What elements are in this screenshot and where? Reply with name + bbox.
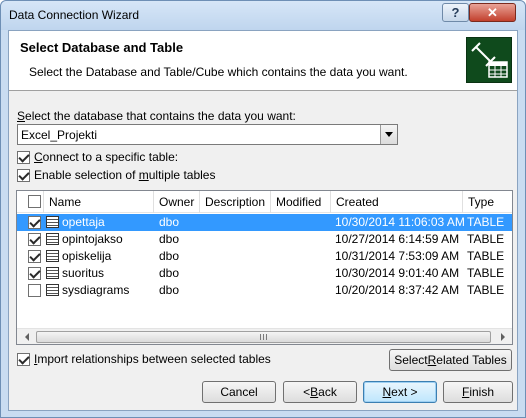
help-icon: ? — [451, 5, 460, 20]
chevron-right-icon — [500, 333, 505, 341]
cell-owner: dbo — [159, 232, 180, 246]
horizontal-scrollbar[interactable] — [17, 328, 512, 344]
column-header-modified[interactable]: Modified — [271, 191, 331, 213]
enable-multiple-label: Enable selection of multiple tables — [34, 168, 216, 182]
cell-type: TABLE — [467, 249, 505, 263]
table-row[interactable]: opettaja dbo 10/30/2014 11:06:03 AM TABLE — [17, 214, 512, 231]
import-relationships-option[interactable]: Import relationships between selected ta… — [17, 352, 271, 366]
table-row[interactable]: opiskelija dbo 10/31/2014 7:53:09 AM TABLE — [17, 248, 512, 265]
back-button[interactable]: < Back — [283, 381, 357, 403]
select-all-column[interactable] — [17, 191, 44, 213]
table-row[interactable]: opintojakso dbo 10/27/2014 6:14:59 AM TABLE — [17, 231, 512, 248]
connect-specific-table-label: Connect to a specific table: — [34, 150, 179, 164]
cell-created: 10/30/2014 9:01:40 AM — [335, 266, 460, 280]
database-label: Select the database that contains the da… — [17, 109, 296, 123]
dialog-client: Select Database and Table Select the Dat… — [8, 30, 518, 411]
table-header: Name Owner Description Modified Created … — [17, 191, 512, 213]
table-icon — [46, 216, 59, 228]
chevron-down-icon — [385, 132, 393, 137]
cell-name: opiskelija — [62, 249, 112, 263]
scroll-left-button[interactable] — [18, 329, 35, 344]
database-select[interactable]: Excel_Projekti — [17, 124, 398, 145]
enable-multiple-option[interactable]: Enable selection of multiple tables — [17, 168, 215, 182]
row-checkbox[interactable] — [28, 284, 41, 297]
dropdown-button[interactable] — [380, 125, 397, 144]
select-related-tables-button[interactable]: Select Related Tables — [389, 349, 512, 371]
cell-owner: dbo — [159, 283, 180, 297]
cell-type: TABLE — [467, 283, 505, 297]
cell-owner: dbo — [159, 249, 180, 263]
grip-icon — [260, 334, 267, 340]
chevron-left-icon — [24, 333, 29, 341]
table-icon — [46, 284, 59, 296]
dialog-window: Data Connection Wizard ? ✕ Select Databa… — [0, 0, 526, 418]
cell-created: 10/31/2014 7:53:09 AM — [335, 249, 460, 263]
connect-specific-table-checkbox[interactable] — [17, 150, 30, 164]
select-all-checkbox[interactable] — [28, 195, 41, 208]
column-header-type[interactable]: Type — [463, 191, 512, 213]
help-button[interactable]: ? — [442, 3, 469, 22]
cell-created: 10/27/2014 6:14:59 AM — [335, 232, 460, 246]
close-icon: ✕ — [487, 4, 498, 20]
database-select-value: Excel_Projekti — [21, 128, 98, 142]
row-checkbox[interactable] — [28, 216, 41, 229]
cell-type: TABLE — [467, 232, 505, 246]
table-row[interactable]: sysdiagrams dbo 10/20/2014 8:37:42 AM TABLE — [17, 282, 512, 299]
column-header-owner[interactable]: Owner — [154, 191, 200, 213]
row-checkbox[interactable] — [28, 250, 41, 263]
column-header-created[interactable]: Created — [331, 191, 463, 213]
cell-name: opettaja — [62, 215, 105, 229]
cell-name: sysdiagrams — [62, 283, 130, 297]
page-subtitle: Select the Database and Table/Cube which… — [29, 65, 408, 79]
next-button[interactable]: Next > — [363, 381, 437, 403]
table-icon — [46, 250, 59, 262]
table-icon — [46, 267, 59, 279]
title-bar[interactable]: Data Connection Wizard ? ✕ — [1, 1, 525, 30]
connect-specific-table-option[interactable]: Connect to a specific table: — [17, 150, 178, 164]
cell-name: suoritus — [62, 266, 105, 280]
page-title: Select Database and Table — [20, 40, 184, 55]
table-row[interactable]: suoritus dbo 10/30/2014 9:01:40 AM TABLE — [17, 265, 512, 282]
cell-created: 10/30/2014 11:06:03 AM — [335, 215, 465, 229]
cell-created: 10/20/2014 8:37:42 AM — [335, 283, 460, 297]
import-relationships-checkbox[interactable] — [17, 352, 30, 366]
cell-name: opintojakso — [62, 232, 123, 246]
enable-multiple-checkbox[interactable] — [17, 168, 30, 182]
scroll-right-button[interactable] — [494, 329, 511, 344]
column-header-name[interactable]: Name — [44, 191, 154, 213]
row-checkbox[interactable] — [28, 233, 41, 246]
window-title: Data Connection Wizard — [9, 8, 140, 22]
table-icon — [46, 233, 59, 245]
wizard-header: Select Database and Table Select the Dat… — [9, 31, 517, 91]
column-header-description[interactable]: Description — [200, 191, 271, 213]
import-relationships-label: Import relationships between selected ta… — [34, 352, 271, 366]
table-list[interactable]: Name Owner Description Modified Created … — [16, 190, 513, 345]
close-button[interactable]: ✕ — [469, 3, 516, 22]
cancel-button[interactable]: Cancel — [202, 381, 276, 403]
scrollbar-thumb[interactable] — [36, 331, 491, 343]
cell-type: TABLE — [467, 266, 505, 280]
finish-button[interactable]: Finish — [443, 381, 513, 403]
database-wizard-icon — [466, 37, 512, 83]
row-checkbox[interactable] — [28, 267, 41, 280]
cell-owner: dbo — [159, 266, 180, 280]
cell-type: TABLE — [467, 215, 505, 229]
cell-owner: dbo — [159, 215, 180, 229]
